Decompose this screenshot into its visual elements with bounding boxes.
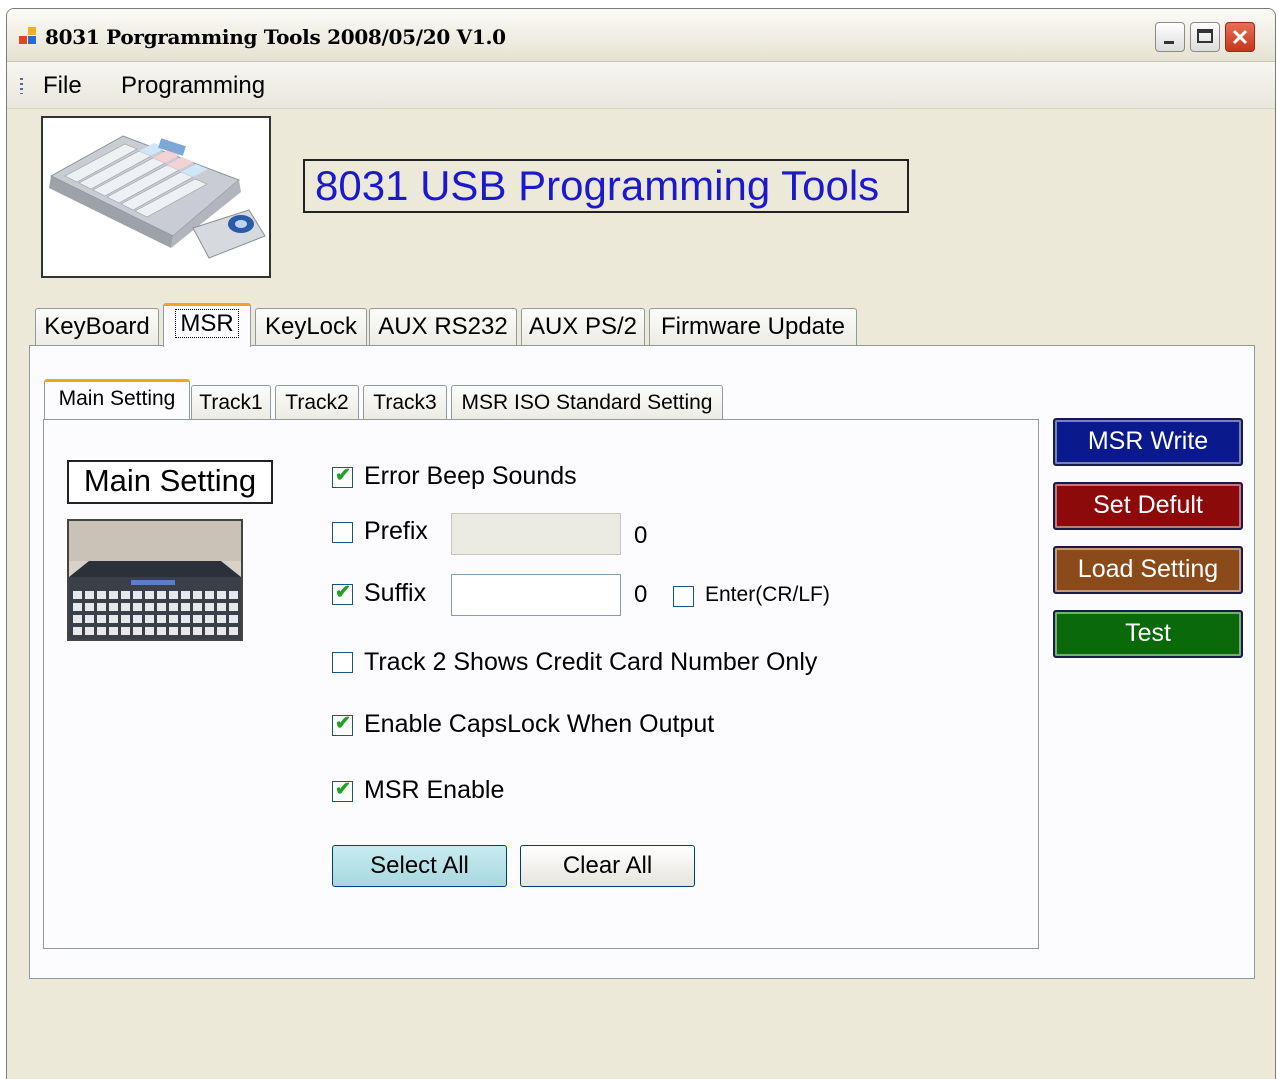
test-button[interactable]: Test (1053, 610, 1243, 658)
prefix-length: 0 (634, 522, 648, 549)
subtab-msr-iso-label: MSR ISO Standard Setting (461, 391, 713, 414)
tab-aux-rs232-label: AUX RS232 (378, 313, 508, 340)
tab-firmware-update[interactable]: Firmware Update (649, 308, 857, 346)
subtab-track2[interactable]: Track2 (275, 385, 359, 419)
prefix-input[interactable] (451, 513, 621, 555)
error-beep-label: Error Beep Sounds (364, 462, 577, 490)
subtab-track3[interactable]: Track3 (363, 385, 447, 419)
menu-grip-icon (20, 78, 23, 94)
subtab-track3-label: Track3 (373, 391, 437, 414)
suffix-input[interactable] (451, 574, 621, 616)
minimize-icon (1164, 41, 1174, 44)
set-default-button[interactable]: Set Defult (1053, 482, 1243, 530)
heading-box: 8031 USB Programming Tools (303, 159, 909, 213)
close-button[interactable] (1225, 22, 1255, 52)
select-all-button[interactable]: Select All (332, 845, 507, 887)
msr-write-button[interactable]: MSR Write (1053, 418, 1243, 466)
prefix-checkbox[interactable]: ✔ (332, 522, 353, 543)
close-icon (1232, 29, 1248, 45)
maximize-button[interactable] (1190, 22, 1220, 52)
window-title: 8031 Porgramming Tools 2008/05/20 V1.0 (45, 25, 506, 49)
tab-msr-label: MSR (175, 309, 239, 338)
check-icon: ✔ (335, 582, 351, 603)
subtab-main-setting[interactable]: Main Setting (44, 379, 190, 419)
track2-credit-only-checkbox[interactable]: ✔ (332, 652, 353, 673)
capslock-checkbox[interactable]: ✔ (332, 713, 353, 736)
check-icon: ✔ (335, 713, 351, 734)
page-title: 8031 USB Programming Tools (315, 162, 880, 209)
tab-firmware-update-label: Firmware Update (660, 313, 846, 340)
clear-all-button[interactable]: Clear All (520, 845, 695, 887)
subtab-track1[interactable]: Track1 (191, 385, 271, 419)
suffix-length: 0 (634, 581, 648, 608)
load-setting-button[interactable]: Load Setting (1053, 546, 1243, 594)
msr-device-image (67, 519, 243, 641)
tab-keylock[interactable]: KeyLock (255, 308, 367, 346)
enter-crlf-checkbox[interactable]: ✔ (673, 586, 694, 607)
subtab-track2-label: Track2 (285, 391, 349, 414)
suffix-label: Suffix (364, 579, 427, 607)
prefix-label: Prefix (364, 517, 428, 545)
subtab-track1-label: Track1 (199, 391, 263, 414)
menu-file[interactable]: File (43, 72, 82, 100)
main-window: 8031 Porgramming Tools 2008/05/20 V1.0 F… (6, 8, 1276, 1079)
keyboard-product-image (41, 116, 271, 278)
tab-aux-ps2-label: AUX PS/2 (528, 313, 638, 340)
track2-credit-only-label: Track 2 Shows Credit Card Number Only (364, 648, 818, 676)
tab-keyboard-label: KeyBoard (44, 313, 150, 340)
maximize-icon (1197, 29, 1213, 43)
title-bar[interactable]: 8031 Porgramming Tools 2008/05/20 V1.0 (7, 9, 1275, 62)
tab-msr[interactable]: MSR (163, 303, 251, 347)
check-icon: ✔ (335, 465, 351, 486)
tab-aux-rs232[interactable]: AUX RS232 (369, 308, 517, 346)
main-setting-label: Main Setting (67, 460, 273, 504)
check-icon: ✔ (335, 779, 351, 800)
subtab-main-setting-label: Main Setting (58, 387, 176, 410)
tab-keyboard[interactable]: KeyBoard (35, 308, 159, 346)
subtab-msr-iso-standard-setting[interactable]: MSR ISO Standard Setting (451, 385, 723, 419)
msr-enable-checkbox[interactable]: ✔ (332, 779, 353, 802)
menu-programming[interactable]: Programming (121, 72, 265, 100)
enter-crlf-label: Enter(CR/LF) (705, 583, 830, 606)
tab-keylock-label: KeyLock (264, 313, 358, 340)
suffix-checkbox[interactable]: ✔ (332, 582, 353, 605)
app-icon (19, 27, 37, 45)
minimize-button[interactable] (1155, 22, 1185, 52)
capslock-label: Enable CapsLock When Output (364, 710, 715, 738)
tab-aux-ps2[interactable]: AUX PS/2 (521, 308, 645, 346)
msr-enable-label: MSR Enable (364, 776, 505, 804)
error-beep-checkbox[interactable]: ✔ (332, 465, 353, 488)
menu-bar: File Programming (7, 62, 1275, 109)
